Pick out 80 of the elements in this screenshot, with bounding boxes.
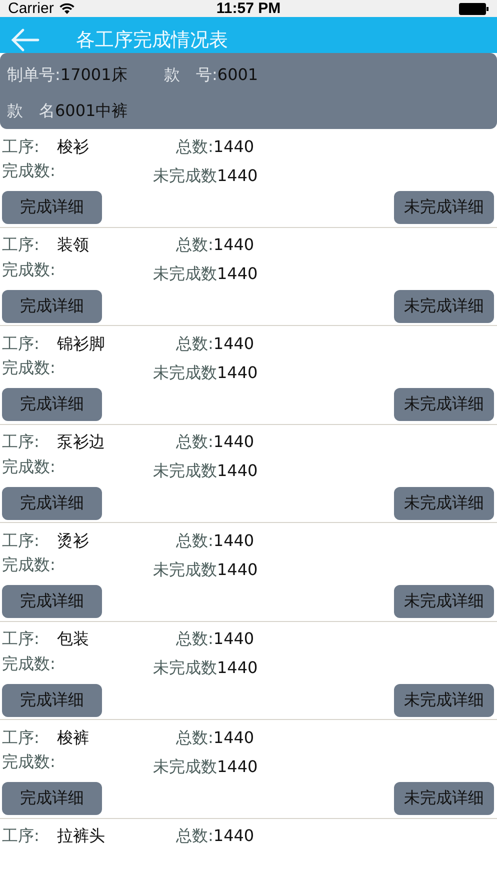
field-label: 总数:: [176, 136, 214, 158]
field-label: 完成数:: [2, 358, 56, 379]
field-label: 款 名: [7, 100, 55, 120]
detail-button[interactable]: 完成详细: [2, 191, 102, 224]
detail-button[interactable]: 完成详细: [2, 486, 102, 520]
field-label: 总数:: [176, 826, 214, 847]
back-button[interactable]: [10, 27, 42, 53]
field-label: 工序:: [2, 728, 40, 748]
detail-button[interactable]: 未完成详细: [394, 585, 494, 618]
wifi-icon: [58, 2, 75, 14]
field-value: 17001床: [60, 64, 128, 84]
total-count: 1440: [213, 432, 254, 453]
field-label: 未完成数: [153, 658, 217, 679]
field-label: 完成数:: [2, 654, 56, 674]
status-time: 11:57 PM: [216, 0, 281, 17]
field-label: 工序:: [2, 629, 40, 650]
total-count: 1440: [213, 235, 254, 256]
field-label: 总数:: [176, 728, 214, 748]
detail-button[interactable]: 未完成详细: [394, 191, 494, 224]
total-count: 1440: [213, 629, 254, 650]
detail-button[interactable]: 未完成详细: [394, 486, 494, 520]
detail-button[interactable]: 未完成详细: [394, 782, 494, 815]
field-label: 工序:: [2, 136, 40, 158]
field-label: 工序:: [2, 235, 40, 256]
undone-count: 1440: [217, 362, 258, 384]
detail-button[interactable]: 完成详细: [2, 684, 102, 716]
field-label: 总数:: [176, 334, 214, 354]
field-value: 6001: [217, 64, 258, 84]
field-label: 未完成数: [153, 461, 217, 482]
field-label: 未完成数: [153, 166, 217, 186]
undone-count: 1440: [217, 264, 258, 285]
page-title: 各工序完成情况表: [76, 28, 228, 53]
detail-button[interactable]: 完成详细: [2, 782, 102, 815]
battery-icon: [459, 2, 489, 14]
field-label: 制单号:: [7, 64, 60, 84]
detail-button[interactable]: 未完成详细: [394, 290, 494, 322]
field-label: 总数:: [176, 235, 214, 256]
total-count: 1440: [213, 530, 254, 552]
total-count: 1440: [213, 728, 254, 748]
field-label: 款 号:: [164, 64, 218, 84]
process-name: 烫衫: [57, 530, 89, 552]
total-count: 1440: [213, 826, 254, 847]
undone-count: 1440: [217, 560, 258, 580]
field-label: 完成数:: [2, 456, 56, 478]
field-label: 完成数:: [2, 555, 56, 576]
field-label: 总数:: [176, 629, 214, 650]
process-name: 拉裤头: [57, 826, 105, 847]
field-label: 工序:: [2, 432, 40, 453]
field-label: 工序:: [2, 530, 40, 552]
detail-button[interactable]: 未完成详细: [394, 684, 494, 716]
field-label: 未完成数: [153, 756, 217, 778]
back-arrow-icon: [10, 28, 40, 52]
process-name: 装领: [57, 235, 89, 256]
field-label: 总数:: [176, 530, 214, 552]
detail-button[interactable]: 未完成详细: [394, 388, 494, 421]
field-label: 完成数:: [2, 752, 56, 773]
field-label: 未完成数: [153, 560, 217, 580]
total-count: 1440: [213, 136, 254, 158]
detail-button[interactable]: 完成详细: [2, 388, 102, 421]
field-label: 未完成数: [153, 264, 217, 285]
undone-count: 1440: [217, 756, 258, 778]
field-label: 工序:: [2, 334, 40, 354]
undone-count: 1440: [217, 658, 258, 679]
field-label: 未完成数: [153, 362, 217, 384]
process-name: 锦衫脚: [57, 334, 105, 354]
field-label: 总数:: [176, 432, 214, 453]
field-label: 完成数:: [2, 260, 56, 280]
field-value: 6001中裤: [55, 100, 128, 120]
total-count: 1440: [213, 334, 254, 354]
detail-button[interactable]: 完成详细: [2, 290, 102, 322]
field-label: 工序:: [2, 826, 40, 847]
field-label: 完成数:: [2, 161, 56, 182]
undone-count: 1440: [217, 461, 258, 482]
undone-count: 1440: [217, 166, 258, 186]
process-name: 梭衫: [57, 136, 89, 158]
process-name: 泵衫边: [57, 432, 105, 453]
process-name: 包装: [57, 629, 89, 650]
detail-button[interactable]: 完成详细: [2, 585, 102, 618]
carrier-name: Carrier: [8, 0, 54, 17]
process-name: 梭裤: [57, 728, 89, 748]
